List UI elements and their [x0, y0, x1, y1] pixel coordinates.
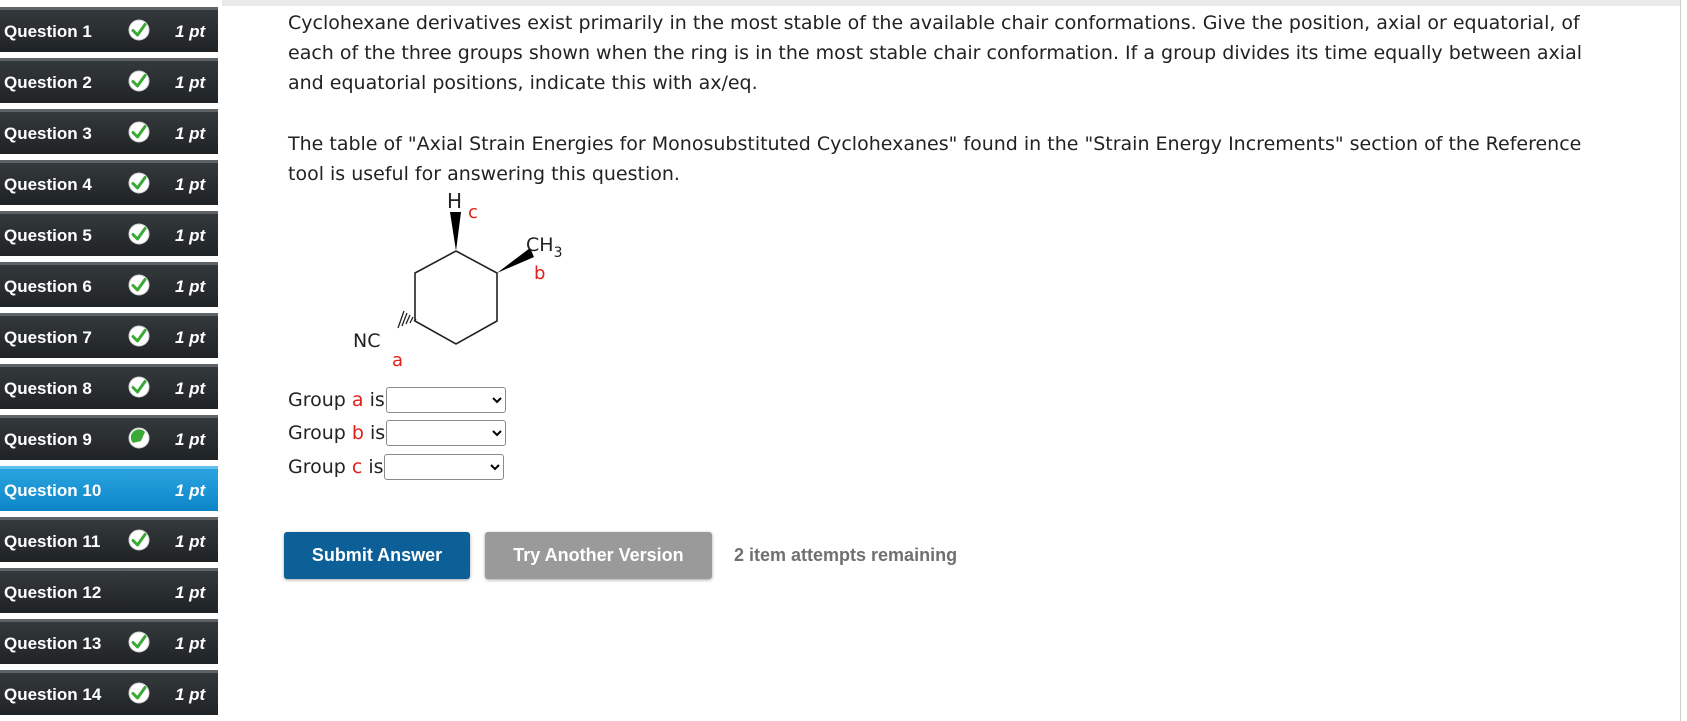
group-b-suffix: is — [363, 422, 386, 444]
question-nav-label: Question 10 — [4, 481, 102, 500]
group-c-suffix: is — [362, 456, 384, 478]
question-nav-label: Question 11 — [4, 532, 101, 551]
correct-check-icon — [128, 19, 150, 41]
question-points: 1 pt — [175, 277, 206, 296]
question-nav-item[interactable]: Question 8 1 pt — [0, 364, 218, 409]
correct-check-icon — [128, 70, 150, 92]
right-divider — [1680, 0, 1681, 721]
group-b-row: Group b is — [288, 419, 506, 447]
group-c-row: Group c is — [288, 453, 504, 481]
top-divider — [222, 0, 1680, 6]
question-points: 1 pt — [175, 22, 206, 41]
group-c-letter: c — [351, 456, 363, 478]
question-text: Cyclohexane derivatives exist primarily … — [288, 12, 1583, 94]
app-window: Question 1 1 pt Question 2 1 pt Question 3 1 … — [0, 0, 1687, 721]
question-points: 1 pt — [175, 226, 206, 245]
reference-note: The table of "Axial Strain Energies for … — [288, 133, 1582, 185]
submit-answer-button[interactable]: Submit Answer — [284, 532, 470, 579]
group-c-select[interactable] — [384, 454, 504, 480]
group-c-prefix: Group — [288, 456, 352, 478]
question-nav-label: Question 3 — [4, 124, 92, 143]
hash-bond-nc — [397, 310, 417, 329]
correct-check-icon — [128, 325, 150, 347]
correct-check-icon — [128, 223, 150, 245]
group-a-letter: a — [351, 389, 364, 411]
cyclohexane-ring — [414, 250, 498, 345]
question-nav-item[interactable]: Question 3 1 pt — [0, 109, 218, 154]
question-points: 1 pt — [175, 634, 206, 653]
question-nav-item[interactable]: Question 12 1 pt — [0, 568, 218, 613]
h-atom-label: H — [447, 190, 462, 213]
question-nav-item[interactable]: Question 1 1 pt — [0, 7, 218, 52]
label-c: c — [468, 202, 478, 223]
question-nav-item[interactable]: Question 10 1 pt — [0, 466, 218, 511]
group-b-select[interactable] — [386, 420, 506, 446]
question-nav-item[interactable]: Question 14 1 pt — [0, 670, 218, 715]
question-nav-item[interactable]: Question 5 1 pt — [0, 211, 218, 256]
question-nav-label: Question 12 — [4, 583, 102, 602]
question-points: 1 pt — [175, 175, 206, 194]
question-sidebar: Question 1 1 pt Question 2 1 pt Question 3 1 … — [0, 0, 222, 721]
question-nav-item[interactable]: Question 13 1 pt — [0, 619, 218, 664]
label-b: b — [534, 263, 545, 284]
question-nav-label: Question 2 — [4, 73, 92, 92]
question-nav-label: Question 14 — [4, 685, 102, 704]
correct-check-icon — [128, 682, 150, 704]
correct-check-icon — [128, 631, 150, 653]
question-points: 1 pt — [175, 379, 206, 398]
group-b-letter: b — [351, 422, 364, 444]
group-a-suffix: is — [363, 389, 385, 411]
question-nav-item[interactable]: Question 9 1 pt — [0, 415, 218, 460]
question-points: 1 pt — [175, 532, 206, 551]
question-points: 1 pt — [175, 73, 206, 92]
molecule-structure: H c CH3 b NC a — [353, 190, 562, 370]
try-another-version-button[interactable]: Try Another Version — [485, 532, 712, 579]
question-nav-label: Question 9 — [4, 430, 92, 449]
question-nav-item[interactable]: Question 6 1 pt — [0, 262, 218, 307]
attempts-remaining: 2 item attempts remaining — [734, 545, 958, 565]
label-a: a — [392, 350, 403, 370]
question-points: 1 pt — [175, 124, 206, 143]
question-nav-item[interactable]: Question 7 1 pt — [0, 313, 218, 358]
nc-label: NC — [353, 330, 380, 352]
group-a-prefix: Group — [288, 389, 352, 411]
correct-check-icon — [128, 121, 150, 143]
question-nav-item[interactable]: Question 4 1 pt — [0, 160, 218, 205]
question-points: 1 pt — [175, 583, 206, 602]
group-a-row: Group a is — [288, 386, 506, 414]
correct-check-icon — [128, 529, 150, 551]
correct-check-icon — [128, 172, 150, 194]
question-nav-label: Question 7 — [4, 328, 92, 347]
question-nav-label: Question 8 — [4, 379, 92, 398]
question-nav-label: Question 1 — [4, 22, 92, 41]
question-nav-item[interactable]: Question 2 1 pt — [0, 58, 218, 103]
partial-credit-icon — [128, 427, 150, 449]
question-points: 1 pt — [175, 328, 206, 347]
question-nav-label: Question 13 — [4, 634, 102, 653]
question-nav-label: Question 4 — [4, 175, 92, 194]
question-points: 1 pt — [175, 481, 206, 500]
question-points: 1 pt — [175, 430, 206, 449]
wedge-bond-h — [450, 212, 461, 251]
question-points: 1 pt — [175, 685, 206, 704]
question-nav-label: Question 6 — [4, 277, 92, 296]
correct-check-icon — [128, 376, 150, 398]
group-b-prefix: Group — [288, 422, 352, 444]
group-a-select[interactable] — [386, 387, 506, 413]
question-nav-label: Question 5 — [4, 226, 92, 245]
question-nav-item[interactable]: Question 11 1 pt — [0, 517, 218, 562]
correct-check-icon — [128, 274, 150, 296]
